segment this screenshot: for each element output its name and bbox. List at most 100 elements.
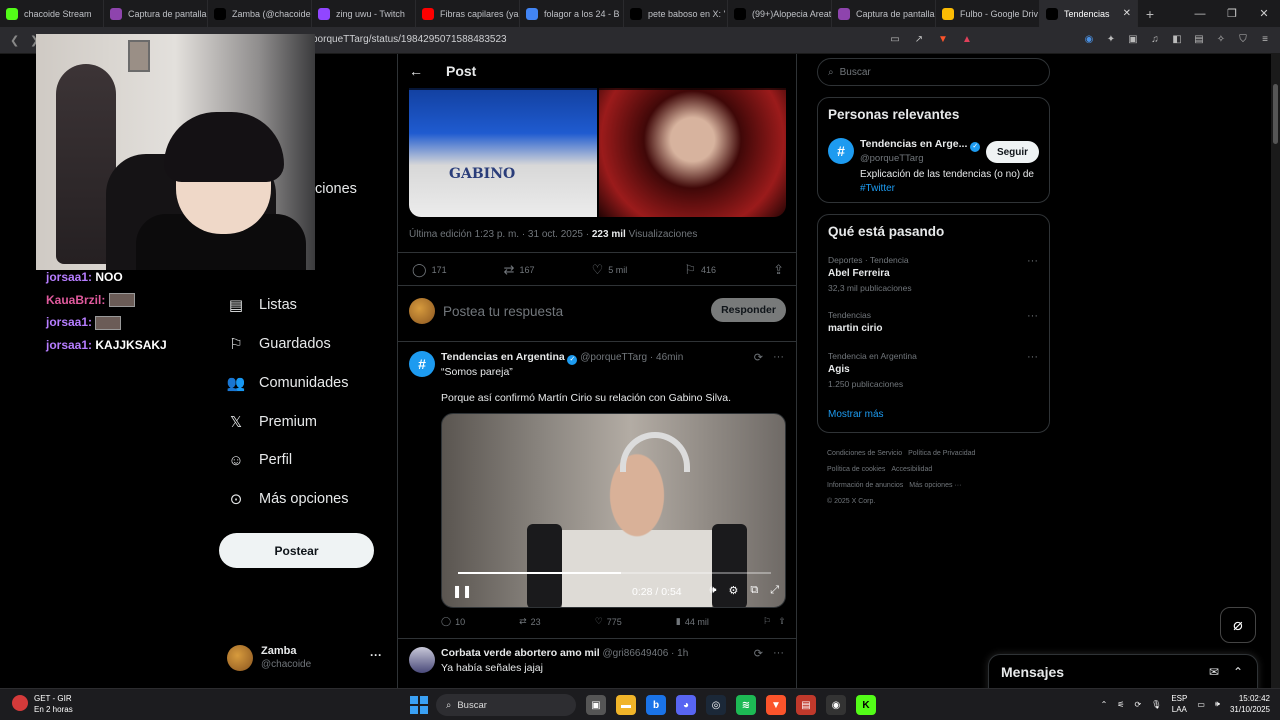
grok-icon[interactable]: ⟳ — [754, 351, 763, 364]
footer-link[interactable]: Información de anuncios — [827, 482, 903, 489]
kick-icon[interactable]: K — [856, 695, 876, 715]
settings-gear-icon[interactable]: ⚙ — [728, 584, 738, 597]
more-icon[interactable]: ··· — [1027, 310, 1038, 322]
nav-item-listas[interactable]: ▤ Listas — [227, 296, 297, 314]
reply-input[interactable]: Postea tu respuesta — [443, 304, 563, 319]
maximize-icon[interactable]: ❐ — [1216, 0, 1248, 27]
leo-ai-icon[interactable]: ✧ — [1214, 32, 1228, 46]
volume-icon[interactable]: 🕪 — [1215, 699, 1220, 709]
trend-item[interactable]: Tendencias martin cirio ··· — [828, 310, 1038, 338]
pause-icon[interactable]: ❚❚ — [452, 584, 472, 598]
browser-tab[interactable]: Captura de pantalla — [104, 0, 208, 27]
new-message-icon[interactable]: ✉ — [1209, 665, 1219, 679]
nav-item-premium[interactable]: 𝕏 Premium — [227, 413, 317, 431]
post-media[interactable]: GABINO — [409, 88, 786, 217]
browser-tab[interactable]: Zamba (@chacoide — [208, 0, 312, 27]
bing-icon[interactable]: b — [646, 695, 666, 715]
like-action[interactable]: ♡ 5 mil — [592, 262, 628, 278]
reply-action[interactable]: ◯ 171 — [412, 262, 447, 278]
more-icon[interactable]: ··· — [773, 647, 784, 660]
file-explorer-icon[interactable]: ▬ — [616, 695, 636, 715]
post-image-right[interactable] — [598, 88, 786, 217]
windows-start-icon[interactable] — [410, 696, 428, 714]
more-icon[interactable]: ··· — [1027, 351, 1038, 363]
browser-tab[interactable]: (99+)Alopecia Areat — [728, 0, 832, 27]
bookmark-action[interactable]: ⚐ 416 — [684, 262, 716, 278]
browser-tab[interactable]: folagor a los 24 - B — [520, 0, 624, 27]
video-player[interactable]: ❚❚ 0:28 / 0:54 🕪 ⚙ ⧉ ⤢ — [441, 413, 786, 608]
show-more-link[interactable]: Mostrar más — [828, 409, 884, 420]
spotify-icon[interactable]: ≋ — [736, 695, 756, 715]
trend-item[interactable]: Tendencia en Argentina Agis 1.250 publicac… — [828, 351, 1038, 389]
network-icon[interactable]: ⚟ — [1117, 700, 1124, 709]
sync-icon[interactable]: ⟳ — [1134, 700, 1141, 709]
fullscreen-icon[interactable]: ⤢ — [770, 584, 779, 597]
grok-icon[interactable]: ⟳ — [754, 647, 763, 660]
repost-action[interactable]: ⇄ 23 — [519, 616, 541, 627]
browser-tab[interactable]: Tendencias ✕ — [1040, 0, 1138, 27]
more-icon[interactable]: ··· — [773, 351, 784, 364]
post-button[interactable]: Postear — [219, 533, 374, 568]
share-icon[interactable]: ↗ — [912, 32, 926, 46]
chevron-up-icon[interactable]: ⌃ — [1101, 700, 1108, 709]
new-tab-icon[interactable]: + — [1138, 6, 1162, 22]
account-more-icon[interactable]: ··· — [370, 648, 382, 662]
close-icon[interactable]: ✕ — [1248, 0, 1280, 27]
steam-icon[interactable]: ◎ — [706, 695, 726, 715]
tab-close-icon[interactable]: ✕ — [1123, 8, 1131, 19]
sidebar-icon[interactable]: ◧ — [1170, 32, 1184, 46]
wallet-icon[interactable]: ▤ — [1192, 32, 1206, 46]
hashtag-link[interactable]: #Twitter — [860, 183, 895, 194]
hashtag-avatar-icon[interactable]: # — [828, 138, 854, 164]
brave-rewards-icon[interactable]: ▲ — [960, 32, 974, 46]
browser-tab[interactable]: Fibras capilares (ya — [416, 0, 520, 27]
cast-icon[interactable]: ▭ — [888, 32, 902, 46]
trend-item[interactable]: Deportes · Tendencia Abel Ferreira 32,3 mi… — [828, 255, 1038, 293]
grok-button-icon[interactable]: ⌀ — [1220, 607, 1256, 643]
discord-icon[interactable]: ◕ — [676, 695, 696, 715]
app-icon[interactable]: ▤ — [796, 695, 816, 715]
nav-item-perfil[interactable]: ☺ Perfil — [227, 451, 292, 469]
browser-tab[interactable]: pete baboso en X: ' — [624, 0, 728, 27]
post-image-left[interactable]: GABINO — [409, 88, 597, 217]
mic-icon[interactable]: 🎙 — [1151, 700, 1161, 709]
views-action[interactable]: ▮ 44 mil — [676, 616, 709, 627]
menu-icon[interactable]: ≡ — [1258, 32, 1272, 46]
taskbar-search[interactable]: ⌕ Buscar — [436, 694, 576, 716]
collapse-icon[interactable]: ⌃ — [1233, 665, 1243, 679]
pip-icon[interactable]: ⧉ — [750, 584, 758, 597]
minimize-icon[interactable]: — — [1184, 0, 1216, 27]
nav-item-mas-opciones[interactable]: ⊙ Más opciones — [227, 490, 349, 508]
repost-action[interactable]: ⇄ 167 — [504, 262, 535, 278]
address-bar[interactable]: porqueTTarg/status/1984295071588483523 — [312, 34, 507, 45]
browser-tab[interactable]: chacoide Stream — [0, 0, 104, 27]
extensions-icon[interactable]: ✦ — [1104, 32, 1118, 46]
follow-button[interactable]: Seguir — [986, 141, 1039, 163]
footer-link[interactable]: Condiciones de Servicio — [827, 450, 902, 457]
scrollbar[interactable] — [1271, 54, 1280, 688]
search-input[interactable]: ⌕ Buscar — [817, 58, 1050, 86]
reply-button[interactable]: Responder — [711, 298, 786, 322]
footer-link[interactable]: Accesibilidad — [891, 466, 932, 473]
display-icon[interactable]: ▭ — [1197, 700, 1205, 709]
footer-link[interactable]: Política de Privacidad — [908, 450, 975, 457]
share-action[interactable]: ⇪ — [773, 262, 784, 278]
footer-link[interactable]: Más opciones ··· — [909, 482, 961, 489]
media-icon[interactable]: ♫ — [1148, 32, 1162, 46]
like-action[interactable]: ♡ 775 — [595, 616, 622, 627]
vpn-icon[interactable]: ⛉ — [1236, 32, 1250, 46]
clock[interactable]: 15:02:42 31/10/2025 — [1230, 693, 1270, 715]
language-indicator[interactable]: ESP LAA — [1171, 693, 1187, 715]
browser-tab[interactable]: Fulbo - Google Driv — [936, 0, 1040, 27]
nav-item-comunidades[interactable]: 👥 Comunidades — [227, 374, 349, 392]
obs-icon[interactable]: ◉ — [826, 695, 846, 715]
translate-icon[interactable]: ◉ — [1082, 32, 1096, 46]
nav-item-guardados[interactable]: ⚐ Guardados — [227, 335, 330, 353]
account-switcher[interactable]: Zamba @chacoide ··· — [227, 642, 387, 678]
screenshot-icon[interactable]: ▣ — [1126, 32, 1140, 46]
footer-link[interactable]: © 2025 X Corp. — [827, 498, 875, 505]
back-arrow-icon[interactable]: ← — [409, 63, 423, 79]
brave-icon[interactable]: ▼ — [766, 695, 786, 715]
task-view-icon[interactable]: ▣ — [586, 695, 606, 715]
weather-widget[interactable]: GET - GIR En 2 horas — [12, 693, 73, 715]
